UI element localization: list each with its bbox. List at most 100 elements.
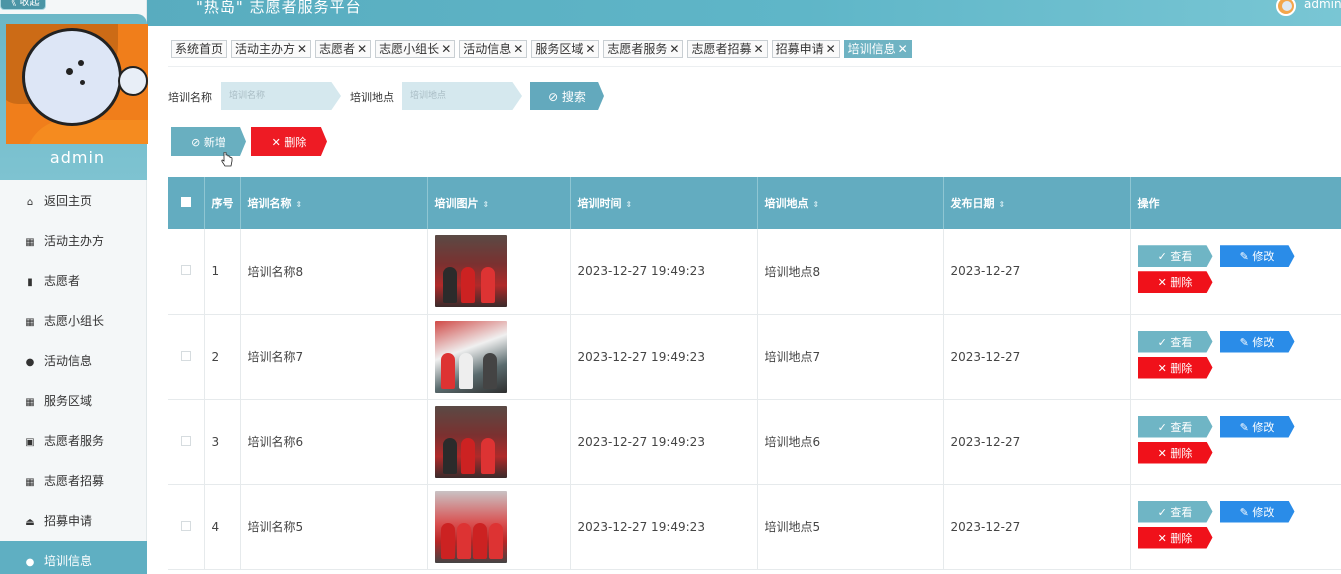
divider: [168, 66, 1341, 67]
close-icon[interactable]: ✕: [585, 42, 595, 56]
close-icon[interactable]: ✕: [898, 42, 908, 56]
row-checkbox[interactable]: [180, 265, 191, 276]
row-location: 培训地点6: [757, 399, 944, 485]
sidebar-item-training[interactable]: ● 培训信息: [0, 541, 147, 574]
tab-service-area[interactable]: 服务区域 ✕: [531, 40, 600, 58]
sort-icon[interactable]: ⇕: [483, 200, 490, 209]
close-icon[interactable]: ✕: [513, 42, 523, 56]
sort-icon[interactable]: ⇕: [626, 200, 633, 209]
row-time: 2023-12-27 19:49:23: [570, 229, 758, 315]
training-image[interactable]: [434, 490, 507, 563]
sidebar-item-service-area[interactable]: ▦ 服务区域: [0, 381, 147, 421]
sidebar-item-home[interactable]: ⌂ 返回主页: [0, 181, 147, 221]
row-index: 4: [204, 484, 241, 570]
tab-organizer[interactable]: 活动主办方 ✕: [231, 40, 312, 58]
row-index: 1: [204, 229, 241, 315]
row-actions: ✓ 查看 ✎ 修改 ✕ 删除: [1130, 314, 1341, 400]
row-date: 2023-12-27: [943, 229, 1131, 315]
column-label: 发布日期: [950, 197, 995, 210]
add-button[interactable]: ⊘ 新增: [171, 127, 246, 156]
batch-delete-button[interactable]: ✕ 删除: [251, 127, 327, 156]
close-icon[interactable]: ✕: [669, 42, 679, 56]
training-image[interactable]: [434, 405, 507, 478]
sidebar-item-application[interactable]: ⏏ 招募申请: [0, 501, 147, 541]
tab-volunteer-service[interactable]: 志愿者服务 ✕: [603, 40, 684, 58]
edit-button[interactable]: ✎ 修改: [1219, 415, 1295, 438]
delete-button[interactable]: ✕ 删除: [1137, 441, 1213, 464]
view-button[interactable]: ✓ 查看: [1137, 415, 1213, 438]
column-header-time[interactable]: 培训时间 ⇕: [570, 177, 758, 229]
row-checkbox[interactable]: [180, 435, 191, 446]
sort-icon[interactable]: ⇕: [813, 200, 820, 209]
header-avatar[interactable]: [1276, 0, 1296, 16]
hand-cursor-icon: [221, 152, 233, 167]
close-icon[interactable]: ✕: [441, 42, 451, 56]
row-image-cell: [427, 229, 571, 315]
table-row: 2 培训名称7 2023-12-27 19:49:23 培训地点7 2023-1…: [168, 314, 1341, 400]
column-header-date[interactable]: 发布日期 ⇕: [943, 177, 1131, 229]
sidebar-item-label: 志愿者: [44, 274, 81, 288]
close-icon[interactable]: ✕: [357, 42, 367, 56]
training-name-input[interactable]: [221, 82, 341, 110]
edit-button[interactable]: ✎ 修改: [1219, 245, 1295, 268]
delete-button[interactable]: ✕ 删除: [1137, 271, 1213, 294]
pin-icon: ●: [25, 357, 35, 368]
delete-button[interactable]: ✕ 删除: [1137, 356, 1213, 379]
row-time: 2023-12-27 19:49:23: [570, 314, 758, 400]
grid-icon: ▦: [25, 397, 35, 408]
sidebar-item-label: 志愿者服务: [44, 434, 105, 448]
column-header-image[interactable]: 培训图片 ⇕: [427, 177, 571, 229]
column-header-name[interactable]: 培训名称 ⇕: [240, 177, 428, 229]
sidebar-item-recruitment[interactable]: ▦ 志愿者招募: [0, 461, 147, 501]
grid-icon: ▦: [25, 317, 35, 328]
training-image[interactable]: [434, 235, 507, 308]
view-button[interactable]: ✓ 查看: [1137, 500, 1213, 523]
row-name: 培训名称7: [240, 314, 428, 400]
sidebar-item-group-leader[interactable]: ▦ 志愿小组长: [0, 301, 147, 341]
tab-training[interactable]: 培训信息 ✕: [843, 40, 912, 58]
row-location: 培训地点5: [757, 484, 944, 570]
close-icon[interactable]: ✕: [297, 42, 307, 56]
edit-button[interactable]: ✎ 修改: [1219, 500, 1295, 523]
sidebar-item-volunteer-service[interactable]: ▣ 志愿者服务: [0, 421, 147, 461]
grid-icon: ▦: [25, 237, 35, 248]
view-button[interactable]: ✓ 查看: [1137, 245, 1213, 268]
sort-icon[interactable]: ⇕: [296, 200, 303, 209]
sidebar-item-activity[interactable]: ● 活动信息: [0, 341, 147, 381]
tab-application[interactable]: 招募申请 ✕: [771, 40, 840, 58]
sidebar-item-volunteer[interactable]: ▮ 志愿者: [0, 261, 147, 301]
row-checkbox[interactable]: [180, 520, 191, 531]
search-button[interactable]: ⊘ 搜索: [530, 82, 604, 110]
header-username[interactable]: admin: [1304, 0, 1341, 11]
tab-home[interactable]: 系统首页: [171, 40, 228, 58]
column-header-location[interactable]: 培训地点 ⇕: [757, 177, 944, 229]
row-name: 培训名称6: [240, 399, 428, 485]
column-header-index: 序号: [204, 177, 241, 229]
row-checkbox[interactable]: [180, 350, 191, 361]
close-icon[interactable]: ✕: [754, 42, 764, 56]
tab-activity[interactable]: 活动信息 ✕: [459, 40, 528, 58]
tab-volunteer[interactable]: 志愿者 ✕: [315, 40, 372, 58]
row-location: 培训地点7: [757, 314, 944, 400]
training-location-input[interactable]: [402, 82, 522, 110]
row-name: 培训名称8: [240, 229, 428, 315]
collapse-button[interactable]: 《 收起: [0, 0, 46, 10]
edit-button[interactable]: ✎ 修改: [1219, 330, 1295, 353]
view-button[interactable]: ✓ 查看: [1137, 330, 1213, 353]
sort-icon[interactable]: ⇕: [999, 200, 1006, 209]
training-image[interactable]: [434, 320, 507, 393]
table-row: 1 培训名称8 2023-12-27 19:49:23 培训地点8 2023-1…: [168, 229, 1341, 315]
tab-label: 活动主办方: [235, 42, 296, 56]
home-icon: ⌂: [26, 197, 34, 208]
sidebar-item-organizer[interactable]: ▦ 活动主办方: [0, 221, 147, 261]
delete-button[interactable]: ✕ 删除: [1137, 526, 1213, 549]
close-icon[interactable]: ✕: [826, 42, 836, 56]
row-location: 培训地点8: [757, 229, 944, 315]
user-icon: ●: [25, 557, 35, 568]
table-row: 4 培训名称5 2023-12-27 19:49:23 培训地点5 2023-1…: [168, 484, 1341, 570]
select-all-checkbox[interactable]: [180, 196, 191, 207]
tab-group-leader[interactable]: 志愿小组长 ✕: [375, 40, 456, 58]
tab-recruitment[interactable]: 志愿者招募 ✕: [687, 40, 768, 58]
tab-label: 志愿者服务: [607, 42, 668, 56]
row-select-cell: [168, 314, 205, 400]
